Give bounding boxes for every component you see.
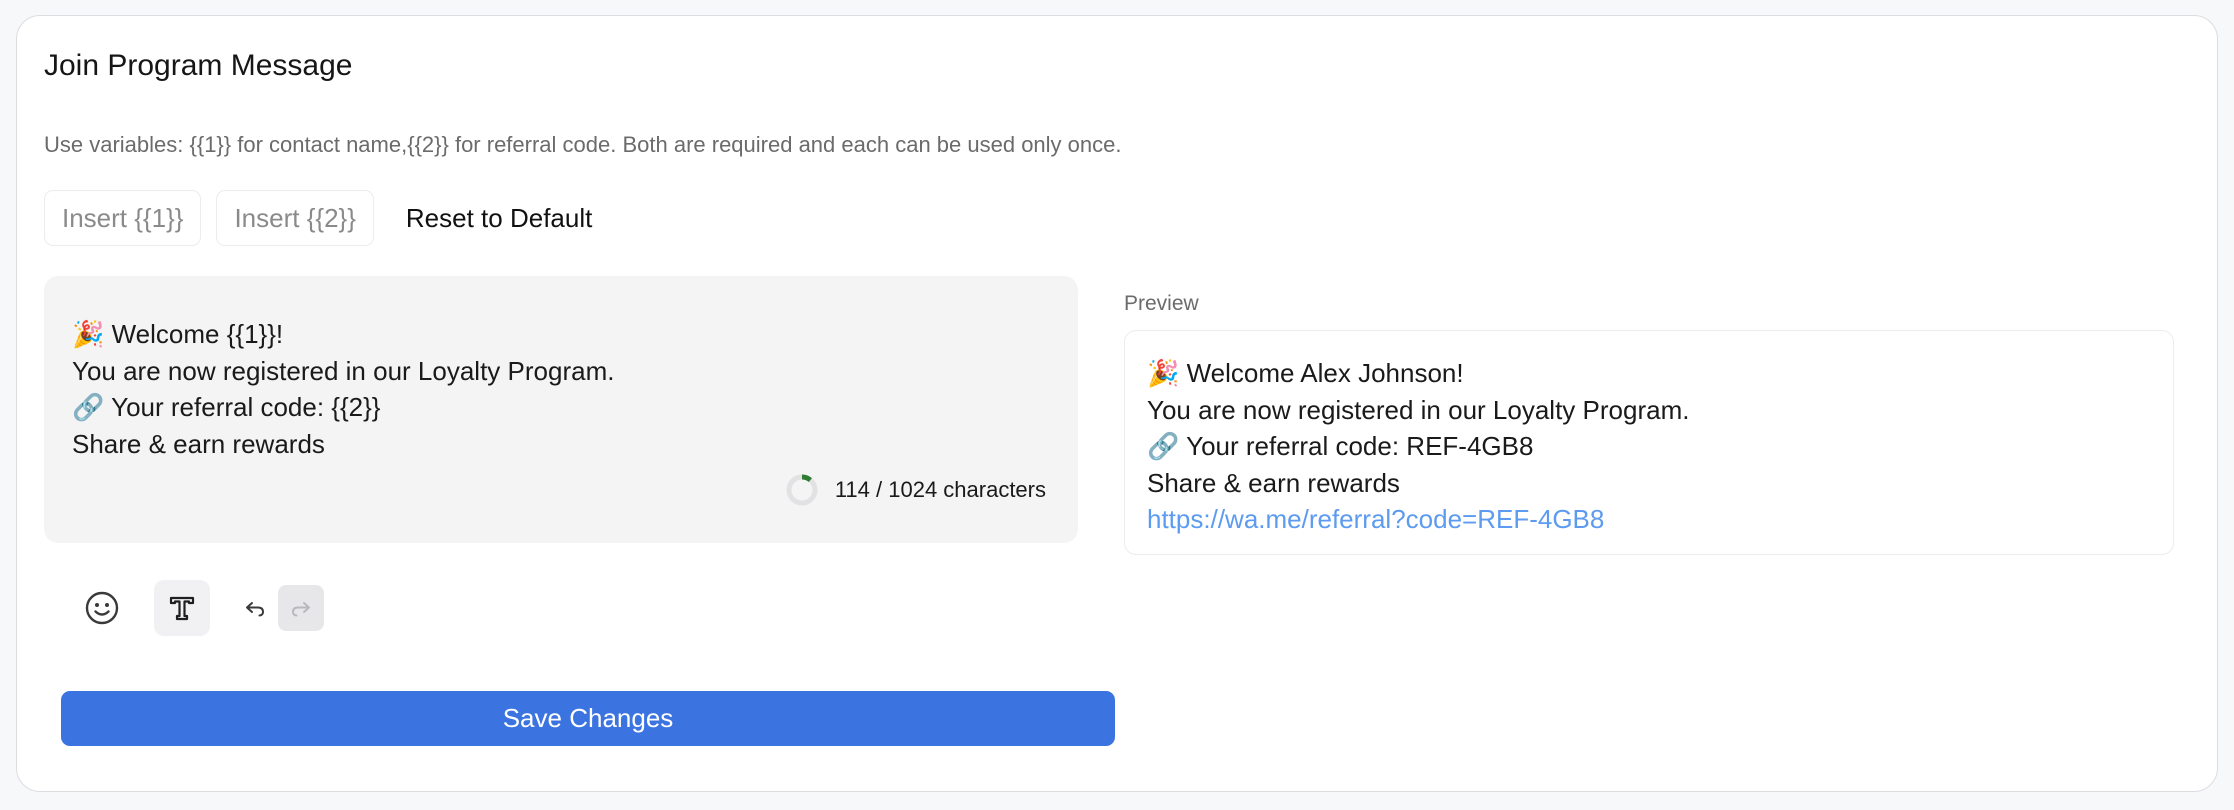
page-title: Join Program Message bbox=[44, 49, 353, 82]
emoji-icon[interactable] bbox=[74, 580, 130, 636]
party-emoji: 🎉 bbox=[1147, 359, 1180, 389]
preview-line: Share & earn rewards bbox=[1147, 468, 1400, 498]
character-count-text: 114 / 1024 characters bbox=[834, 477, 1046, 502]
editor-line: 🎉 Welcome {{1}}! bbox=[72, 319, 284, 350]
editor-line: You are now registered in our Loyalty Pr… bbox=[72, 356, 615, 386]
preview-line: You are now registered in our Loyalty Pr… bbox=[1147, 395, 1690, 425]
variables-hint: Use variables: {{1}} for contact name,{{… bbox=[44, 132, 1122, 157]
insert-actions: Insert {{1}} Insert {{2}} Reset to Defau… bbox=[44, 190, 609, 246]
preview-line: 🎉 Welcome Alex Johnson! bbox=[1147, 358, 1464, 389]
insert-variable-1-button[interactable]: Insert {{1}} bbox=[44, 190, 202, 246]
undo-icon[interactable] bbox=[232, 585, 278, 631]
link-emoji: 🔗 bbox=[1147, 432, 1180, 462]
progress-ring-icon bbox=[786, 474, 818, 506]
editor-line: Share & earn rewards bbox=[72, 429, 325, 459]
referral-link[interactable]: https://wa.me/referral?code=REF-4GB8 bbox=[1147, 501, 2151, 537]
editor-line: 🔗 Your referral code: {{2}} bbox=[72, 392, 381, 423]
link-emoji: 🔗 bbox=[72, 393, 105, 423]
redo-icon[interactable] bbox=[278, 585, 324, 631]
preview-label: Preview bbox=[1124, 292, 1199, 315]
insert-variable-2-button[interactable]: Insert {{2}} bbox=[216, 190, 374, 246]
save-changes-button[interactable]: Save Changes bbox=[61, 691, 1115, 746]
character-counter: 114 / 1024 characters bbox=[785, 473, 1046, 507]
message-editor[interactable]: 🎉 Welcome {{1}}! You are now registered … bbox=[44, 276, 1078, 543]
preview-line: 🔗 Your referral code: REF-4GB8 bbox=[1147, 431, 1534, 462]
message-preview: 🎉 Welcome Alex Johnson! You are now regi… bbox=[1124, 330, 2174, 555]
editor-toolbar bbox=[74, 580, 324, 636]
reset-to-default-button[interactable]: Reset to Default bbox=[389, 190, 609, 246]
party-emoji: 🎉 bbox=[72, 320, 105, 350]
text-format-icon[interactable] bbox=[154, 580, 210, 636]
